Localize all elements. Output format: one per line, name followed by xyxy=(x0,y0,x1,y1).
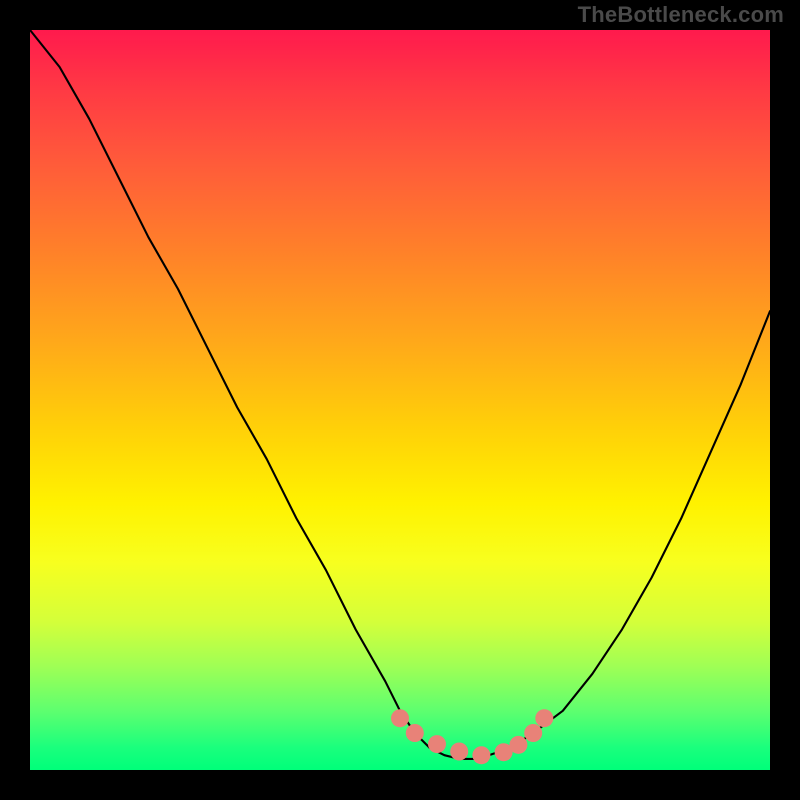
optimum-marker-dot xyxy=(391,709,409,727)
watermark-text: TheBottleneck.com xyxy=(578,2,784,28)
optimum-marker-dot xyxy=(535,709,553,727)
optimum-marker-dot xyxy=(472,746,490,764)
chart-frame: TheBottleneck.com xyxy=(0,0,800,800)
optimum-marker-dot xyxy=(406,724,424,742)
chart-svg xyxy=(30,30,770,770)
plot-area xyxy=(30,30,770,770)
optimum-marker-dot xyxy=(524,724,542,742)
optimum-marker-dot xyxy=(450,743,468,761)
bottleneck-curve xyxy=(30,30,770,759)
optimum-marker-dot xyxy=(509,736,527,754)
optimum-marker-group xyxy=(391,709,553,764)
optimum-marker-dot xyxy=(428,735,446,753)
